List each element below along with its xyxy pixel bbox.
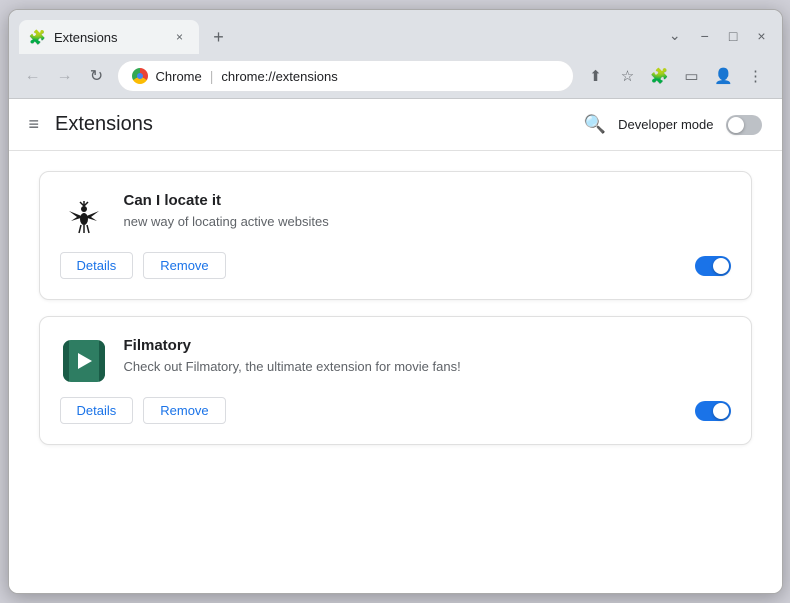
extensions-header: ≡ Extensions 🔍 Developer mode <box>9 99 782 151</box>
url-chrome-label: Chrome <box>156 69 202 84</box>
ext-desc-locate: new way of locating active websites <box>124 213 731 231</box>
filmatory-icon <box>63 340 105 382</box>
ext-info-filmatory: Filmatory Check out Filmatory, the ultim… <box>60 337 731 385</box>
close-button[interactable]: × <box>751 26 771 46</box>
ext-desc-filmatory: Check out Filmatory, the ultimate extens… <box>124 358 731 376</box>
play-icon <box>78 353 92 369</box>
back-button[interactable]: ← <box>21 64 45 88</box>
url-address: chrome://extensions <box>221 69 337 84</box>
profile-icon[interactable]: 👤 <box>710 62 738 90</box>
ext-actions-locate: Details Remove <box>60 252 731 279</box>
url-separator: | <box>210 68 214 84</box>
ext-toggle-wrap-locate <box>695 256 731 276</box>
ext-toggle-filmatory[interactable] <box>695 401 731 421</box>
extension-card-filmatory: Filmatory Check out Filmatory, the ultim… <box>39 316 752 445</box>
ext-actions-filmatory: Details Remove <box>60 397 731 424</box>
ext-details-locate: Can I locate it new way of locating acti… <box>124 192 731 231</box>
remove-button-filmatory[interactable]: Remove <box>143 397 225 424</box>
chrome-logo <box>132 68 148 84</box>
ext-toggle-locate[interactable] <box>695 256 731 276</box>
ext-details-filmatory: Filmatory Check out Filmatory, the ultim… <box>124 337 731 376</box>
tab-close-button[interactable]: × <box>171 28 189 46</box>
ext-name-locate: Can I locate it <box>124 192 731 209</box>
browser-window: 🧩 Extensions × + ⌄ − □ × ← → ↻ Chrome | … <box>8 9 783 594</box>
url-bar[interactable]: Chrome | chrome://extensions <box>117 60 574 92</box>
menu-icon[interactable]: ⋮ <box>742 62 770 90</box>
dev-mode-label: Developer mode <box>618 117 713 132</box>
chevron-icon: ⌄ <box>663 25 687 46</box>
hamburger-menu-button[interactable]: ≡ <box>29 114 40 135</box>
share-icon[interactable]: ⬆ <box>582 62 610 90</box>
remove-button-locate[interactable]: Remove <box>143 252 225 279</box>
forward-button[interactable]: → <box>53 64 77 88</box>
dev-mode-toggle[interactable] <box>726 115 762 135</box>
header-right: 🔍 Developer mode <box>584 114 762 135</box>
ext-info-locate: Can I locate it new way of locating acti… <box>60 192 731 240</box>
url-actions: ⬆ ☆ 🧩 ▭ 👤 ⋮ <box>582 62 770 90</box>
ext-name-filmatory: Filmatory <box>124 337 731 354</box>
active-tab[interactable]: 🧩 Extensions × <box>19 20 199 54</box>
address-bar: ← → ↻ Chrome | chrome://extensions ⬆ ☆ 🧩… <box>9 54 782 99</box>
new-tab-button[interactable]: + <box>205 23 233 51</box>
extensions-list: Can I locate it new way of locating acti… <box>9 151 782 465</box>
title-bar: 🧩 Extensions × + ⌄ − □ × <box>9 10 782 54</box>
extension-card-locate: Can I locate it new way of locating acti… <box>39 171 752 300</box>
content-area: ≡ Extensions 🔍 Developer mode <box>9 99 782 593</box>
window-controls: ⌄ − □ × <box>663 25 772 46</box>
details-button-locate[interactable]: Details <box>60 252 134 279</box>
extensions-icon[interactable]: 🧩 <box>646 62 674 90</box>
ext-icon-locate <box>60 192 108 240</box>
reload-button[interactable]: ↻ <box>85 64 109 88</box>
sidebar-icon[interactable]: ▭ <box>678 62 706 90</box>
bookmark-icon[interactable]: ☆ <box>614 62 642 90</box>
search-button[interactable]: 🔍 <box>584 114 606 135</box>
ext-toggle-wrap-filmatory <box>695 401 731 421</box>
tab-title: Extensions <box>54 30 163 45</box>
details-button-filmatory[interactable]: Details <box>60 397 134 424</box>
minimize-button[interactable]: − <box>695 26 715 46</box>
extension-icon: 🧩 <box>29 29 46 46</box>
maximize-button[interactable]: □ <box>723 26 743 46</box>
page-title: Extensions <box>55 113 584 136</box>
ext-icon-filmatory <box>60 337 108 385</box>
